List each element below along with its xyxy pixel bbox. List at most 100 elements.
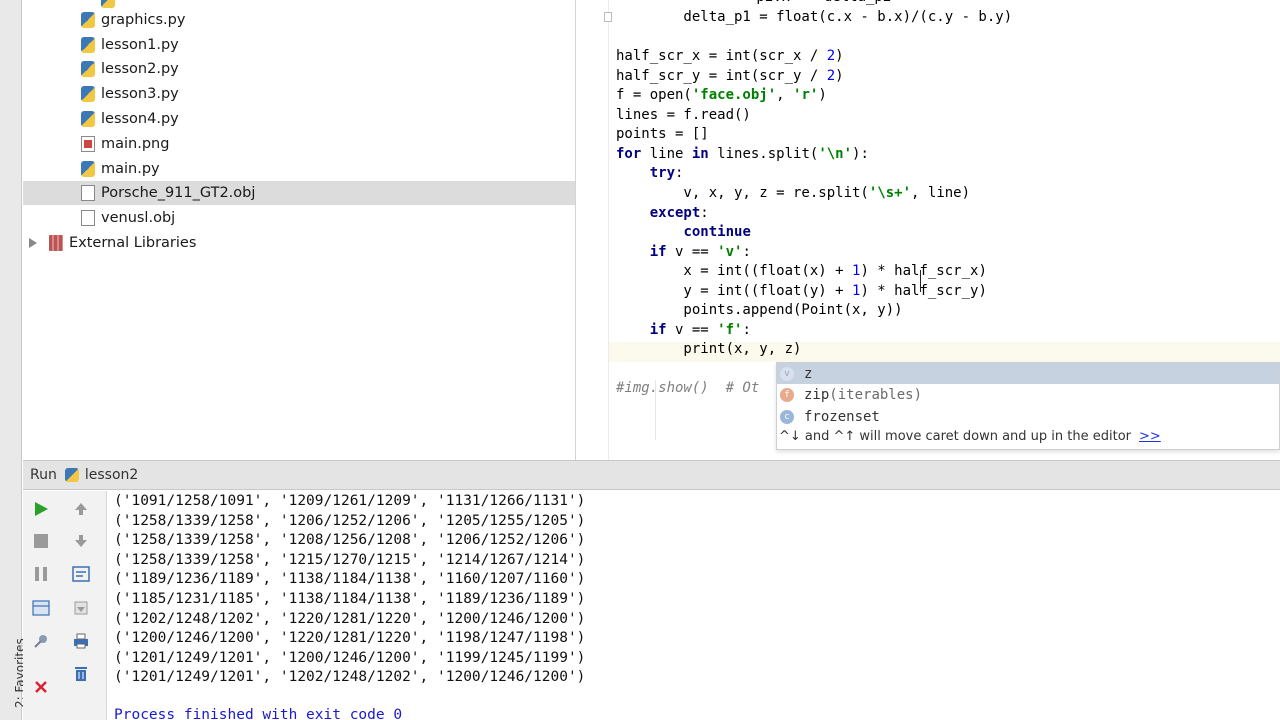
completion-hint-link[interactable]: >> bbox=[1139, 429, 1161, 444]
tree-item-label: External Libraries bbox=[69, 235, 197, 251]
tree-item[interactable]: lesson3.py bbox=[23, 82, 575, 106]
tree-item-external-libraries[interactable]: External Libraries bbox=[23, 231, 575, 255]
code-line: continue bbox=[683, 224, 751, 241]
play-icon bbox=[35, 502, 48, 516]
run-config-name[interactable]: lesson2 bbox=[85, 467, 138, 483]
tree-item[interactable]: main.py bbox=[23, 157, 575, 181]
code-line: v, x, y, z = re.split('\s+', line) bbox=[616, 184, 971, 201]
console-output-line: ('1258/1339/1258', '1215/1270/1215', '12… bbox=[114, 551, 586, 568]
run-console[interactable]: ('1091/1258/1091', '1209/1261/1209', '11… bbox=[108, 491, 1280, 720]
code-line: except: bbox=[649, 204, 709, 221]
tree-item-label: Porsche_911_GT2.obj bbox=[101, 185, 256, 201]
run-toolbar bbox=[23, 491, 107, 720]
tree-item[interactable]: lesson1.py bbox=[23, 33, 575, 57]
console-output-line: ('1091/1258/1091', '1209/1261/1209', '11… bbox=[114, 493, 586, 509]
text-file-icon bbox=[81, 210, 95, 226]
rerun-button[interactable] bbox=[28, 496, 54, 522]
stop-button[interactable] bbox=[28, 528, 54, 554]
code-line-partial: p2.x += delta_p2 bbox=[689, 0, 891, 8]
project-tree: graphics.py lesson1.py lesson2.py lesson… bbox=[23, 0, 576, 460]
text-file-icon bbox=[81, 185, 95, 201]
code-line: print(x, y, z) bbox=[616, 341, 802, 358]
pin-button[interactable] bbox=[28, 628, 54, 654]
favorites-tab[interactable]: 2: Favorites bbox=[1, 620, 27, 720]
expand-arrow-icon[interactable] bbox=[29, 238, 39, 248]
tree-item[interactable]: lesson2.py bbox=[23, 57, 575, 81]
fold-marker-icon[interactable] bbox=[604, 12, 612, 22]
python-file-icon bbox=[81, 111, 95, 127]
python-file-icon bbox=[101, 0, 115, 8]
tree-item-label: main.png bbox=[101, 136, 170, 152]
completion-item[interactable]: c frozenset bbox=[777, 406, 1279, 427]
console-output-line: ('1258/1339/1258', '1208/1256/1208', '12… bbox=[114, 532, 586, 549]
arrow-down-icon bbox=[75, 535, 87, 547]
scroll-end-icon bbox=[74, 601, 88, 615]
code-line: half_scr_y = int(scr_y / 2) bbox=[616, 67, 844, 84]
python-config-icon bbox=[64, 468, 79, 482]
code-line: delta_p1 = float(c.x - b.x)/(c.y - b.y) bbox=[616, 9, 1013, 25]
layout-button[interactable] bbox=[28, 595, 54, 621]
image-file-icon bbox=[81, 136, 95, 152]
python-file-icon bbox=[81, 12, 95, 28]
pause-button[interactable] bbox=[28, 561, 54, 587]
completion-item-signature: (iterables) bbox=[829, 386, 923, 403]
code-line: x = int((float(x) + 1) * half_scr_x) bbox=[616, 263, 987, 280]
completion-item-name: z bbox=[804, 365, 813, 382]
arrow-up-icon bbox=[75, 503, 87, 515]
layout-icon bbox=[32, 600, 50, 616]
run-panel-header: Run lesson2 bbox=[23, 460, 1280, 490]
console-output-line: ('1185/1231/1185', '1138/1184/1138', '11… bbox=[114, 591, 586, 607]
scroll-to-end-button[interactable] bbox=[68, 595, 94, 621]
console-output-line: ('1189/1236/1189', '1138/1184/1138', '11… bbox=[114, 571, 586, 588]
tree-item[interactable]: main.png bbox=[23, 132, 575, 156]
print-icon bbox=[74, 633, 88, 649]
code-line: try: bbox=[649, 165, 684, 182]
close-button[interactable] bbox=[28, 674, 54, 700]
tree-item-selected[interactable]: Porsche_911_GT2.obj bbox=[23, 181, 575, 205]
tree-item-label: venusl.obj bbox=[101, 210, 176, 226]
completion-item[interactable]: f zip (iterables) bbox=[777, 384, 1279, 405]
scroll-up-button[interactable] bbox=[68, 496, 94, 522]
clear-all-button[interactable] bbox=[68, 661, 94, 687]
tree-item[interactable]: venusl.obj bbox=[23, 206, 575, 230]
code-line: points.append(Point(x, y)) bbox=[616, 302, 903, 319]
pause-icon bbox=[35, 567, 47, 581]
stop-icon bbox=[34, 534, 48, 548]
trash-icon bbox=[75, 667, 87, 681]
wrap-icon bbox=[72, 566, 90, 582]
tree-item-label: lesson2.py bbox=[101, 61, 179, 77]
tree-item[interactable]: graphics.py bbox=[23, 8, 575, 32]
code-line: f = open('face.obj', 'r') bbox=[616, 87, 827, 104]
code-line: #img.show() # Ot bbox=[616, 380, 760, 397]
left-tool-stripe: 2: Favorites bbox=[0, 0, 27, 720]
completion-popup[interactable]: v z f zip (iterables) c frozenset ^↓ and… bbox=[776, 362, 1280, 450]
completion-item-name: frozenset bbox=[804, 408, 880, 425]
completion-item-name: zip bbox=[804, 386, 830, 403]
python-file-icon bbox=[81, 86, 95, 102]
console-output-line: ('1200/1246/1200', '1220/1281/1220', '11… bbox=[114, 630, 586, 647]
soft-wrap-button[interactable] bbox=[68, 561, 94, 587]
console-output-line: ('1201/1249/1201', '1202/1248/1202', '12… bbox=[114, 669, 586, 686]
tree-item-label: graphics.py bbox=[101, 12, 186, 28]
completion-hint: ^↓ and ^↑ will move caret down and up in… bbox=[779, 429, 1161, 444]
completion-item-selected[interactable]: v z bbox=[777, 363, 1279, 384]
mouse-text-cursor-icon bbox=[917, 270, 925, 292]
pin-icon bbox=[34, 635, 47, 648]
code-line: if v == 'v': bbox=[649, 243, 751, 260]
editor-gutter bbox=[577, 0, 612, 460]
tree-item[interactable]: lesson4.py bbox=[23, 107, 575, 131]
code-line: for line in lines.split('\n'): bbox=[616, 145, 869, 162]
code-line: if v == 'f': bbox=[649, 321, 751, 338]
console-output-line: ('1202/1248/1202', '1220/1281/1220', '12… bbox=[114, 610, 586, 627]
python-file-icon bbox=[81, 161, 95, 177]
class-icon: c bbox=[780, 409, 794, 424]
python-file-icon bbox=[81, 61, 95, 77]
run-panel-title: Run bbox=[30, 467, 57, 483]
close-icon bbox=[35, 681, 47, 693]
console-output-line: ('1258/1339/1258', '1206/1252/1206', '12… bbox=[114, 512, 586, 529]
scroll-down-button[interactable] bbox=[68, 528, 94, 554]
library-icon bbox=[49, 235, 63, 251]
code-line: lines = f.read() bbox=[616, 106, 751, 123]
print-button[interactable] bbox=[68, 628, 94, 654]
tree-item-label: lesson4.py bbox=[101, 111, 179, 127]
